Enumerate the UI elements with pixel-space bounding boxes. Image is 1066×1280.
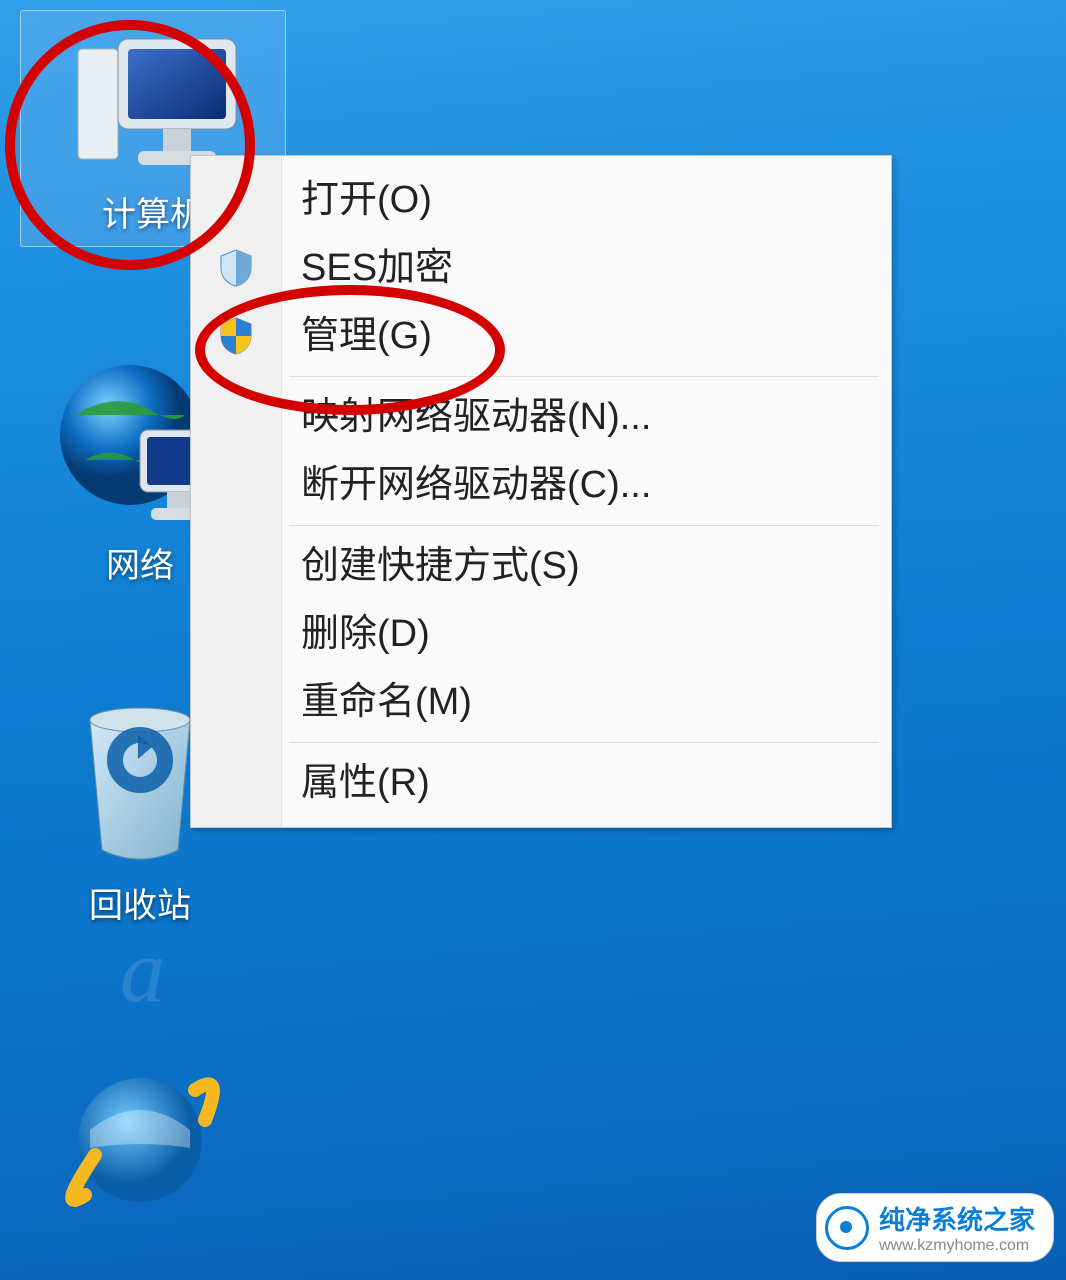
menu-separator <box>289 742 879 743</box>
uac-shield-icon <box>216 316 256 356</box>
bg-watermark: a <box>120 920 165 1023</box>
menu-item-label: 映射网络驱动器(N)... <box>301 396 651 438</box>
menu-separator <box>289 525 879 526</box>
menu-item-create-shortcut[interactable]: 创建快捷方式(S) <box>191 532 891 600</box>
watermark-url: www.kzmyhome.com <box>879 1237 1035 1255</box>
watermark-logo-icon <box>825 1206 869 1250</box>
menu-item-rename[interactable]: 重命名(M) <box>191 668 891 736</box>
menu-item-properties[interactable]: 属性(R) <box>191 749 891 817</box>
menu-item-label: 管理(G) <box>301 315 432 357</box>
watermark-badge: 纯净系统之家 www.kzmyhome.com <box>816 1193 1054 1262</box>
menu-item-disconnect-drive[interactable]: 断开网络驱动器(C)... <box>191 451 891 519</box>
desktop-icon-ie[interactable] <box>30 1050 250 1228</box>
menu-item-label: 打开(O) <box>301 179 432 221</box>
desktop-icon-label: 计算机 <box>102 196 204 234</box>
menu-item-label: 重命名(M) <box>301 681 472 723</box>
menu-item-label: SES加密 <box>301 247 453 289</box>
watermark-brand: 纯净系统之家 <box>879 1200 1035 1237</box>
menu-item-label: 断开网络驱动器(C)... <box>301 464 651 506</box>
shield-icon <box>216 248 256 288</box>
menu-separator <box>289 376 879 377</box>
menu-item-manage[interactable]: 管理(G) <box>191 302 891 370</box>
menu-item-map-drive[interactable]: 映射网络驱动器(N)... <box>191 383 891 451</box>
desktop-icon-label: 网络 <box>106 547 174 585</box>
menu-item-delete[interactable]: 删除(D) <box>191 600 891 668</box>
desktop-icon-label: 回收站 <box>89 887 191 925</box>
internet-explorer-icon <box>55 1050 225 1220</box>
context-menu: 打开(O) SES加密 管理(G) 映射网络驱动器(N)... 断开网络驱动器( <box>190 155 892 828</box>
menu-item-label: 属性(R) <box>301 762 430 804</box>
menu-item-label: 创建快捷方式(S) <box>301 545 580 587</box>
menu-item-label: 删除(D) <box>301 613 430 655</box>
menu-item-open[interactable]: 打开(O) <box>191 166 891 234</box>
desktop[interactable]: a y a y a 计算机 网络 <box>0 0 1066 1280</box>
menu-item-ses-encrypt[interactable]: SES加密 <box>191 234 891 302</box>
